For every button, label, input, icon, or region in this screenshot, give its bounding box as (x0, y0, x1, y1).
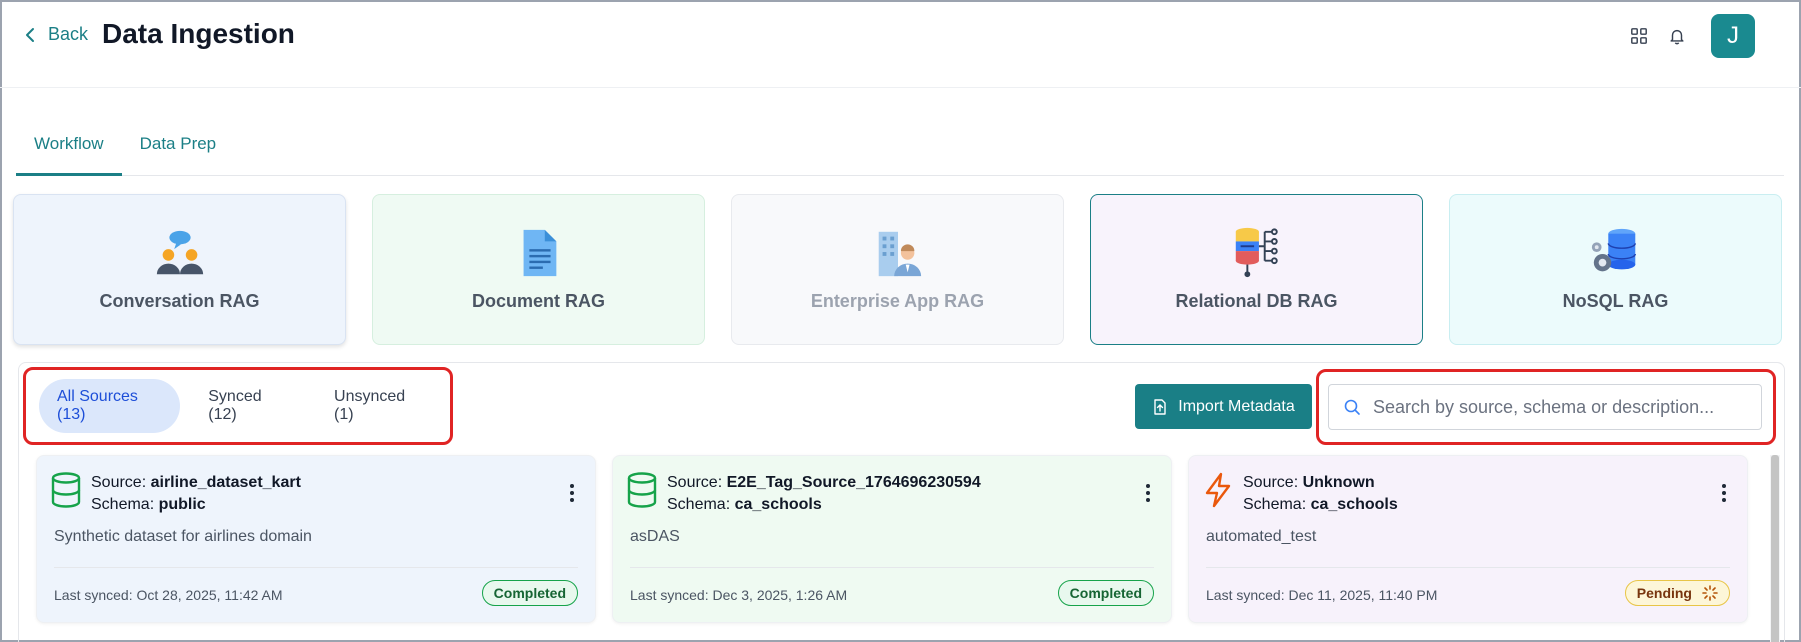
page-title: Data Ingestion (102, 18, 295, 49)
rag-card-conversation[interactable]: Conversation RAG (13, 194, 346, 345)
file-import-icon (1154, 398, 1166, 415)
source-meta: Source: Unknown Schema: ca_schools (1243, 472, 1398, 516)
more-options-icon[interactable] (569, 484, 575, 502)
search-highlight (1316, 369, 1776, 445)
status-label: Completed (493, 585, 566, 601)
status-badge: Completed (481, 580, 578, 606)
page-header: Back Data Ingestion J (0, 0, 1801, 88)
rag-card-relational-db[interactable]: Relational DB RAG (1090, 194, 1423, 345)
user-avatar[interactable]: J (1711, 14, 1755, 58)
nosql-icon (1588, 225, 1644, 281)
rag-card-enterprise-app[interactable]: Enterprise App RAG (731, 194, 1064, 345)
tab-data-prep[interactable]: Data Prep (122, 122, 235, 176)
more-options-icon[interactable] (1145, 484, 1151, 502)
source-description: automated_test (1206, 528, 1317, 545)
source-card[interactable]: Source: airline_dataset_kart Schema: pub… (36, 455, 596, 623)
filter-all-sources[interactable]: All Sources (13) (39, 379, 181, 433)
lightning-icon (1205, 472, 1231, 508)
status-label: Pending (1636, 585, 1692, 601)
schema-label: Schema: (1243, 496, 1307, 513)
relational-db-icon (1229, 225, 1285, 281)
source-meta: Source: airline_dataset_kart Schema: pub… (91, 472, 301, 516)
import-metadata-button[interactable]: Import Metadata (1135, 384, 1312, 429)
filter-synced[interactable]: Synced (12) (190, 379, 306, 433)
spinner-icon (1702, 585, 1718, 601)
import-metadata-label: Import Metadata (1178, 397, 1295, 415)
rag-card-label: Relational DB RAG (1175, 291, 1338, 311)
card-divider (1206, 567, 1730, 568)
header-actions: J (1629, 14, 1755, 58)
tab-workflow[interactable]: Workflow (16, 122, 122, 176)
schema-name: public (158, 496, 206, 513)
source-meta: Source: E2E_Tag_Source_1764696230594 Sch… (667, 472, 981, 516)
status-badge: Pending (1624, 580, 1730, 606)
source-card[interactable]: Source: Unknown Schema: ca_schools autom… (1188, 455, 1748, 623)
schema-name: ca_schools (1310, 496, 1398, 513)
last-synced: Last synced: Dec 3, 2025, 1:26 AM (630, 587, 848, 603)
search-icon (1344, 399, 1360, 415)
source-description: asDAS (630, 528, 680, 545)
enterprise-app-icon (870, 225, 926, 281)
source-label: Source: (91, 474, 147, 491)
filter-unsynced[interactable]: Unsynced (1) (316, 379, 440, 433)
source-filter-tabs: All Sources (13) Synced (12) Unsynced (1… (23, 367, 453, 445)
card-divider (630, 567, 1154, 568)
source-name: E2E_Tag_Source_1764696230594 (726, 474, 981, 491)
main-tabs: Workflow Data Prep (16, 122, 1784, 176)
back-button[interactable]: Back (22, 24, 88, 45)
bell-icon[interactable] (1667, 26, 1687, 46)
rag-card-label: Enterprise App RAG (810, 291, 985, 311)
status-badge: Completed (1057, 580, 1154, 606)
last-synced: Last synced: Oct 28, 2025, 11:42 AM (54, 587, 283, 603)
source-card[interactable]: Source: E2E_Tag_Source_1764696230594 Sch… (612, 455, 1172, 623)
source-label: Source: (667, 474, 723, 491)
source-name: airline_dataset_kart (150, 474, 301, 491)
source-label: Source: (1243, 474, 1299, 491)
chevron-left-icon (26, 27, 34, 42)
conversation-icon (152, 225, 208, 281)
database-icon (51, 472, 81, 508)
source-name: Unknown (1302, 474, 1375, 491)
document-icon (511, 225, 567, 281)
database-icon (627, 472, 657, 508)
last-synced: Last synced: Dec 11, 2025, 11:40 PM (1206, 587, 1438, 603)
sources-panel: All Sources (13) Synced (12) Unsynced (1… (18, 362, 1785, 642)
back-label: Back (48, 24, 89, 44)
schema-label: Schema: (91, 496, 155, 513)
rag-card-label: NoSQL RAG (1562, 291, 1669, 311)
card-divider (54, 567, 578, 568)
apps-grid-icon[interactable] (1629, 26, 1649, 46)
scrollbar-thumb[interactable] (1771, 455, 1779, 642)
rag-card-label: Document RAG (471, 291, 605, 311)
rag-type-cards: Conversation RAG Document RAG Enterprise… (13, 194, 1783, 345)
rag-card-label: Conversation RAG (99, 291, 260, 311)
more-options-icon[interactable] (1721, 484, 1727, 502)
rag-card-document[interactable]: Document RAG (372, 194, 705, 345)
rag-card-nosql[interactable]: NoSQL RAG (1449, 194, 1782, 345)
source-description: Synthetic dataset for airlines domain (54, 528, 312, 545)
search-box (1328, 384, 1762, 430)
search-input[interactable] (1373, 396, 1743, 418)
schema-label: Schema: (667, 496, 731, 513)
status-label: Completed (1069, 585, 1142, 601)
schema-name: ca_schools (734, 496, 822, 513)
source-card-list: Source: airline_dataset_kart Schema: pub… (36, 455, 1748, 623)
